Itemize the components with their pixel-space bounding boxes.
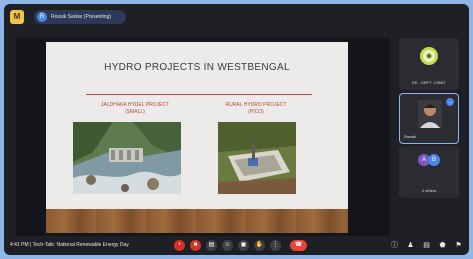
participant-video <box>418 100 442 128</box>
end-call-button[interactable]: ☎ <box>290 240 307 251</box>
presenter-label: Rousik Sarkar (Presenting) <box>51 14 112 20</box>
presenter-avatar: R <box>37 12 47 22</box>
activities-icon[interactable]: ⬟ <box>438 241 447 250</box>
mic-button[interactable]: • <box>174 240 185 251</box>
more-button[interactable]: ⋮ <box>270 240 281 251</box>
present-button[interactable]: ▣ <box>238 240 249 251</box>
bottom-bar: 4:41 PM | Tech-Talk: National Renewable … <box>4 236 469 255</box>
participant-tile-others[interactable]: A B 4 others <box>399 146 459 198</box>
participant-tile-rousik[interactable]: … Rousik <box>399 93 459 144</box>
meeting-separator: | <box>30 242 32 248</box>
project-type: (SMALL) <box>125 109 145 115</box>
project-name: JALDHAKA HYDEL PROJECT <box>100 102 170 108</box>
college-logo-icon <box>420 47 438 65</box>
chat-icon[interactable]: ▤ <box>422 241 431 250</box>
captions-button[interactable]: ▤ <box>206 240 217 251</box>
slide-divider <box>86 94 312 95</box>
info-icon[interactable]: ⓘ <box>390 241 399 250</box>
slide-title: HYDRO PROJECTS IN WESTBENGAL <box>104 62 290 73</box>
slide-floor-decoration <box>46 209 348 233</box>
jaldhaka-project-photo <box>73 122 181 194</box>
meeting-name: Tech-Talk: National Renewable Energy Day <box>32 242 129 248</box>
more-options-icon[interactable]: … <box>446 98 454 106</box>
presenter-indicator[interactable]: R Rousik Sarkar (Presenting) <box>34 10 126 24</box>
rural-hydro-photo <box>218 122 296 194</box>
avatar: B <box>428 154 440 166</box>
meet-window: M R Rousik Sarkar (Presenting) HYDRO PRO… <box>4 4 469 255</box>
project-label-small: JALDHAKA HYDEL PROJECT (SMALL) <box>90 102 180 116</box>
shared-slide: HYDRO PROJECTS IN WESTBENGAL JALDHAKA HY… <box>46 42 348 233</box>
camera-button[interactable]: ■ <box>190 240 201 251</box>
top-bar: M R Rousik Sarkar (Presenting) <box>4 4 469 30</box>
host-controls-icon[interactable]: ⚑ <box>454 241 463 250</box>
participant-name: Rousik <box>404 134 417 139</box>
meeting-info: 4:41 PM | Tech-Talk: National Renewable … <box>10 242 129 248</box>
presentation-area: HYDRO PROJECTS IN WESTBENGAL JALDHAKA HY… <box>16 38 390 236</box>
project-type: (PICO) <box>248 109 264 115</box>
participant-tile-ee-dept[interactable]: EE - DEPT. CSMIT <box>399 38 459 90</box>
people-icon[interactable]: ♟ <box>406 241 415 250</box>
meeting-time: 4:41 PM <box>10 242 29 248</box>
raise-hand-button[interactable]: ✋ <box>254 240 265 251</box>
project-name: RURAL HYDRO PROJECT <box>225 102 287 108</box>
emoji-button[interactable]: ☺ <box>222 240 233 251</box>
project-label-pico: RURAL HYDRO PROJECT (PICO) <box>216 102 296 116</box>
participant-name: EE - DEPT. CSMIT <box>412 80 446 85</box>
app-logo: M <box>10 10 24 24</box>
participant-name: 4 others <box>421 188 437 193</box>
